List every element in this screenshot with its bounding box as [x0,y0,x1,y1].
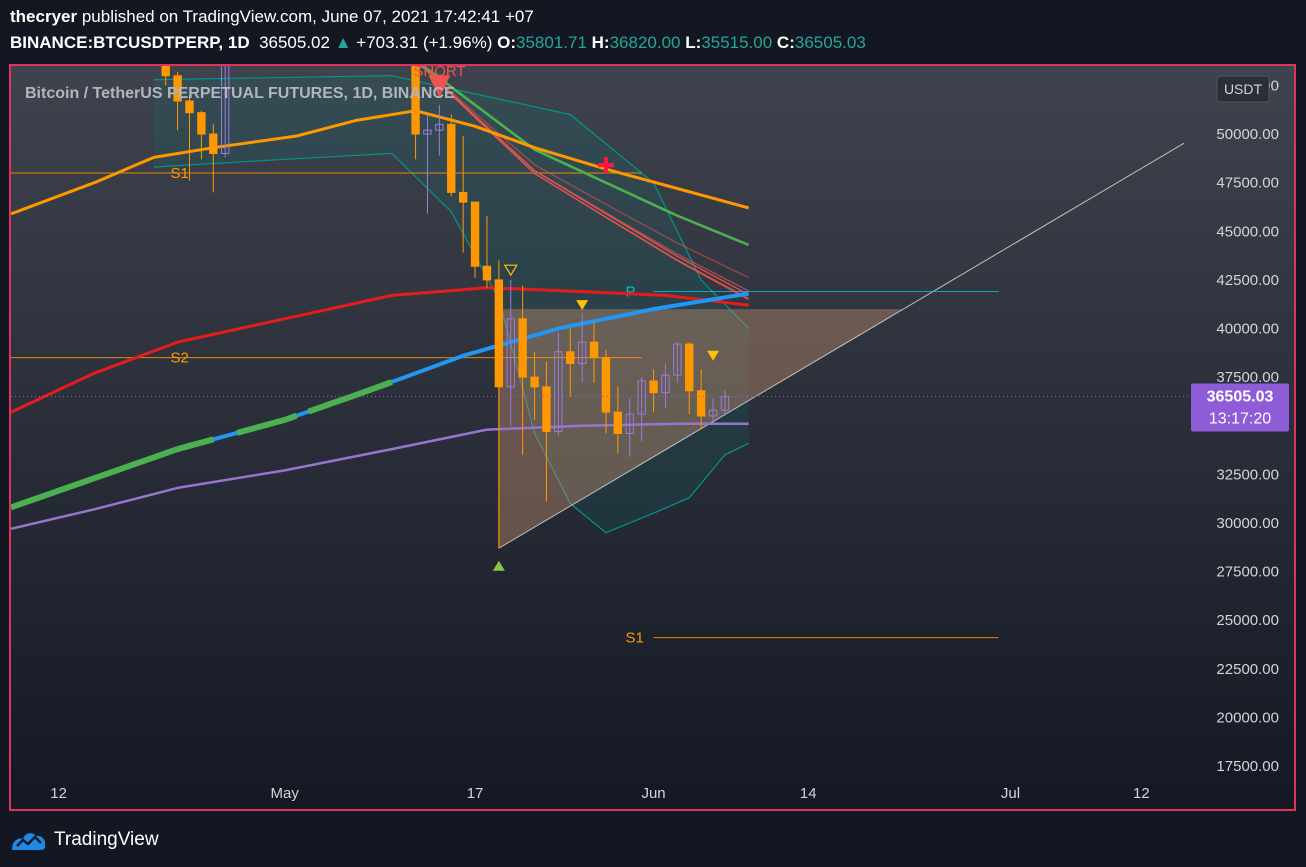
candle-body-25 [613,411,623,435]
price-tick-label-4: 42500.00 [1216,272,1279,289]
price-tick-label-11: 25000.00 [1216,612,1279,629]
pivot-label-0: S1 [171,165,189,182]
candle-body-3 [197,112,206,135]
time-tick-label-3: Jun [641,785,665,802]
candle-body-2 [185,100,194,114]
publish-text: published on TradingView.com, June 07, 2… [81,7,534,26]
candle-body-31 [685,343,694,392]
candle-body-0 [161,66,170,77]
candlestick-chart[interactable]: S1S2PS1 SHORT Bitcoin / TetherUS PERPETU… [11,66,1294,809]
low-value: 35515.00 [701,33,773,52]
low-label: L: [685,33,702,52]
candle-body-4 [209,133,218,155]
time-tick-label-1: May [271,785,300,802]
price-tick-label-12: 22500.00 [1216,661,1279,678]
chart-area[interactable]: S1 S2 P S1 SHORT Bitcoin / TetherUS PERPETU… [9,64,1296,811]
high-label: H: [591,33,610,52]
candle-body-13 [470,201,480,267]
chart-title: Bitcoin / TetherUS PERPETUAL FUTURES, 1D… [25,85,455,102]
candle-body-28 [649,380,658,394]
currency-label: USDT [1224,81,1263,97]
price-tick-label-13: 20000.00 [1216,709,1279,726]
tradingview-logo-icon[interactable] [10,827,48,853]
time-tick-label-6: 12 [1133,785,1150,802]
pivot-label-2: P [626,284,636,301]
candle-body-11 [447,123,456,193]
change-up-icon: ▲ [334,33,352,52]
price-tick-label-3: 45000.00 [1216,223,1279,240]
high-value: 36820.00 [609,33,681,52]
symbol-info: BINANCE:BTCUSDTPERP, 1D 36505.02 ▲ +703.… [10,33,866,53]
close-label: C: [776,33,795,52]
publish-info: thecryer published on TradingView.com, J… [10,7,534,27]
last-price-tag-value: 36505.03 [1207,388,1274,405]
price-tick-label-8: 32500.00 [1216,466,1279,483]
time-tick-label-4: 14 [800,785,817,802]
candle-body-14 [482,265,492,281]
time-tick-label-2: 17 [467,785,484,802]
footer-brand: TradingView [54,829,159,850]
price-tick-label-5: 40000.00 [1216,321,1279,338]
last-price: 36505.02 [259,33,330,52]
last-price-tag: 36505.03 13:17:20 [1191,383,1289,432]
candle-body-17 [518,318,527,378]
price-tick-label-2: 47500.00 [1216,175,1279,192]
price-change: +703.31 (+1.96%) [356,33,493,52]
price-tick-label-14: 17500.00 [1216,758,1279,775]
open-label: O: [497,33,516,52]
candle-body-18 [530,376,539,388]
pivot-label-1: S2 [171,350,189,367]
footer: TradingView [10,826,159,854]
candle-body-21 [566,351,575,365]
price-tick-label-10: 27500.00 [1216,564,1279,581]
author-name[interactable]: thecryer [10,7,77,26]
price-tick-label-1: 50000.00 [1216,126,1279,143]
candle-body-12 [458,191,468,203]
symbol-name: BINANCE:BTCUSDTPERP, 1D [10,33,250,52]
price-tick-label-9: 30000.00 [1216,515,1279,532]
candle-body-19 [542,386,551,433]
candle-body-32 [696,390,706,417]
candle-body-24 [601,357,611,413]
candle-body-23 [589,341,599,359]
last-price-tag-countdown: 13:17:20 [1209,410,1271,427]
time-tick-label-5: Jul [1001,785,1020,802]
pivot-label-3: S1 [626,630,644,647]
open-value: 35801.71 [516,33,587,52]
candle-body-15 [494,279,504,388]
time-tick-label-0: 12 [50,785,67,802]
close-value: 36505.03 [794,33,866,52]
